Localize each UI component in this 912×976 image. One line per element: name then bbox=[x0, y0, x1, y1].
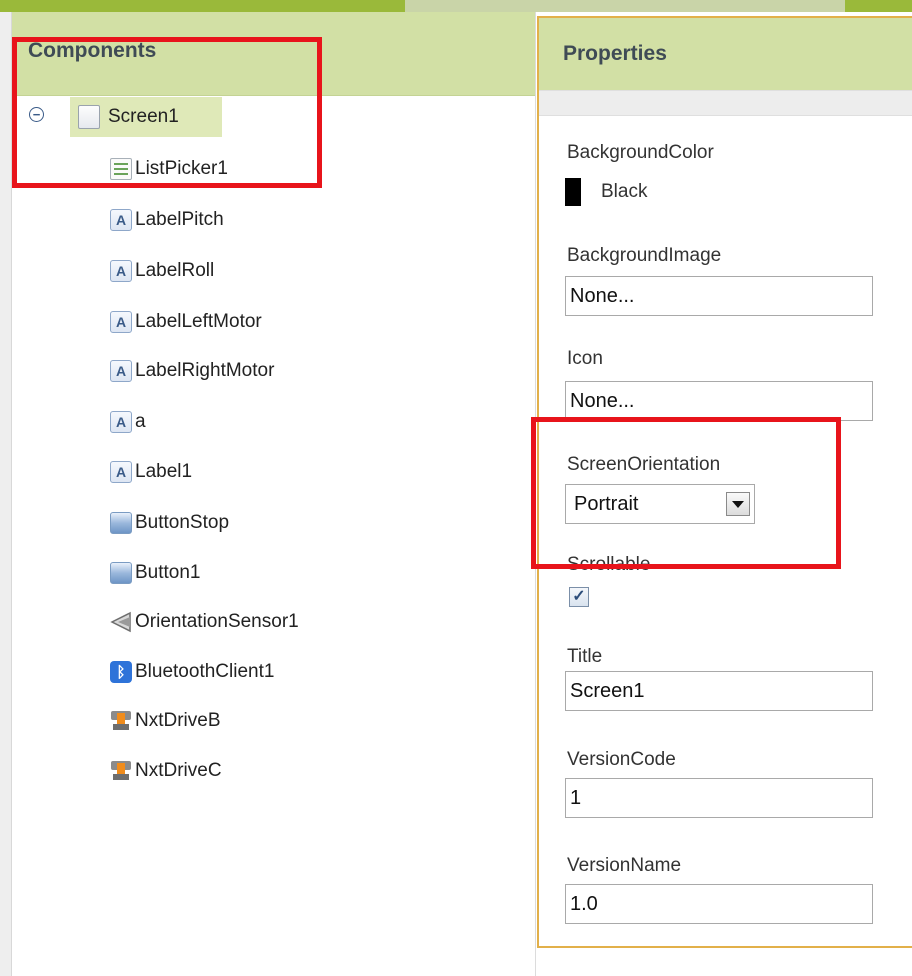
nxt-drive-icon bbox=[110, 760, 132, 782]
label-icon: A bbox=[110, 311, 132, 333]
version-code-label: VersionCode bbox=[567, 749, 676, 770]
top-tab-hint bbox=[405, 0, 845, 12]
bluetooth-icon: ᛒ bbox=[110, 661, 132, 683]
icon-field[interactable]: None... bbox=[565, 381, 873, 421]
tree-item-label: LabelRoll bbox=[135, 260, 215, 281]
collapse-toggle-icon[interactable]: − bbox=[29, 107, 44, 122]
tree-item-label1[interactable]: A Label1 bbox=[110, 455, 192, 489]
tree-item-label: LabelLeftMotor bbox=[135, 311, 262, 332]
screen-icon bbox=[78, 105, 100, 129]
components-panel: Components bbox=[12, 12, 536, 976]
title-label: Title bbox=[567, 646, 603, 667]
properties-subheader bbox=[539, 90, 912, 116]
left-rail bbox=[0, 12, 12, 976]
components-header: Components bbox=[12, 12, 535, 96]
orientation-sensor-icon bbox=[110, 611, 132, 633]
scrollable-label: Scrollable bbox=[567, 554, 651, 575]
button-icon bbox=[110, 562, 132, 584]
icon-label: Icon bbox=[567, 348, 603, 369]
tree-item-label: Screen1 bbox=[108, 106, 179, 127]
color-swatch bbox=[565, 178, 581, 206]
tree-item-listpicker1[interactable]: ListPicker1 bbox=[110, 152, 228, 186]
label-icon: A bbox=[110, 209, 132, 231]
properties-header: Properties bbox=[539, 18, 912, 90]
tree-item-label: OrientationSensor1 bbox=[135, 611, 299, 632]
label-icon: A bbox=[110, 260, 132, 282]
tree-item-nxtdrivec[interactable]: NxtDriveC bbox=[110, 754, 222, 788]
background-image-label: BackgroundImage bbox=[567, 245, 722, 266]
version-code-field[interactable]: 1 bbox=[565, 778, 873, 818]
tree-item-label: NxtDriveB bbox=[135, 710, 221, 731]
tree-item-labelpitch[interactable]: A LabelPitch bbox=[110, 203, 224, 237]
tree-item-label: a bbox=[135, 411, 146, 432]
tree-item-screen1[interactable]: Screen1 bbox=[70, 97, 222, 137]
background-color-picker[interactable]: Black bbox=[565, 178, 647, 206]
title-field[interactable]: Screen1 bbox=[565, 671, 873, 711]
background-color-label: BackgroundColor bbox=[567, 142, 714, 163]
tree-item-label: BluetoothClient1 bbox=[135, 661, 275, 682]
nxt-drive-icon bbox=[110, 710, 132, 732]
tree-item-label: ButtonStop bbox=[135, 512, 230, 533]
background-image-field[interactable]: None... bbox=[565, 276, 873, 316]
tree-item-label: NxtDriveC bbox=[135, 760, 222, 781]
tree-item-labelroll[interactable]: A LabelRoll bbox=[110, 254, 214, 288]
version-name-field[interactable]: 1.0 bbox=[565, 884, 873, 924]
tree-item-label: ListPicker1 bbox=[135, 158, 228, 179]
screen-orientation-select[interactable]: Portrait bbox=[565, 484, 755, 524]
label-icon: A bbox=[110, 411, 132, 433]
button-icon bbox=[110, 512, 132, 534]
label-icon: A bbox=[110, 360, 132, 382]
tree-item-label: LabelPitch bbox=[135, 209, 224, 230]
tree-item-bluetoothclient1[interactable]: ᛒ BluetoothClient1 bbox=[110, 655, 274, 689]
tree-item-orientationsensor1[interactable]: OrientationSensor1 bbox=[110, 605, 299, 639]
tree-item-a[interactable]: A a bbox=[110, 405, 146, 439]
screen-orientation-label: ScreenOrientation bbox=[567, 454, 721, 475]
screen-orientation-value: Portrait bbox=[574, 492, 639, 515]
tree-item-nxtdriveb[interactable]: NxtDriveB bbox=[110, 704, 221, 738]
label-icon: A bbox=[110, 461, 132, 483]
tree-item-button1[interactable]: Button1 bbox=[110, 556, 201, 590]
tree-item-buttonstop[interactable]: ButtonStop bbox=[110, 506, 229, 540]
tree-item-label: Label1 bbox=[135, 461, 193, 482]
tree-item-labelleftmotor[interactable]: A LabelLeftMotor bbox=[110, 305, 262, 339]
version-name-label: VersionName bbox=[567, 855, 682, 876]
properties-panel: Properties BackgroundColor Black Backgro… bbox=[537, 16, 912, 948]
tree-item-label: LabelRightMotor bbox=[135, 360, 275, 381]
list-picker-icon bbox=[110, 158, 132, 180]
background-color-value: Black bbox=[601, 181, 648, 202]
scrollable-checkbox[interactable]: ✓ bbox=[569, 587, 589, 607]
tree-item-labelrightmotor[interactable]: A LabelRightMotor bbox=[110, 354, 274, 388]
tree-item-label: Button1 bbox=[135, 562, 201, 583]
top-bar bbox=[0, 0, 912, 12]
chevron-down-icon[interactable] bbox=[726, 492, 750, 516]
